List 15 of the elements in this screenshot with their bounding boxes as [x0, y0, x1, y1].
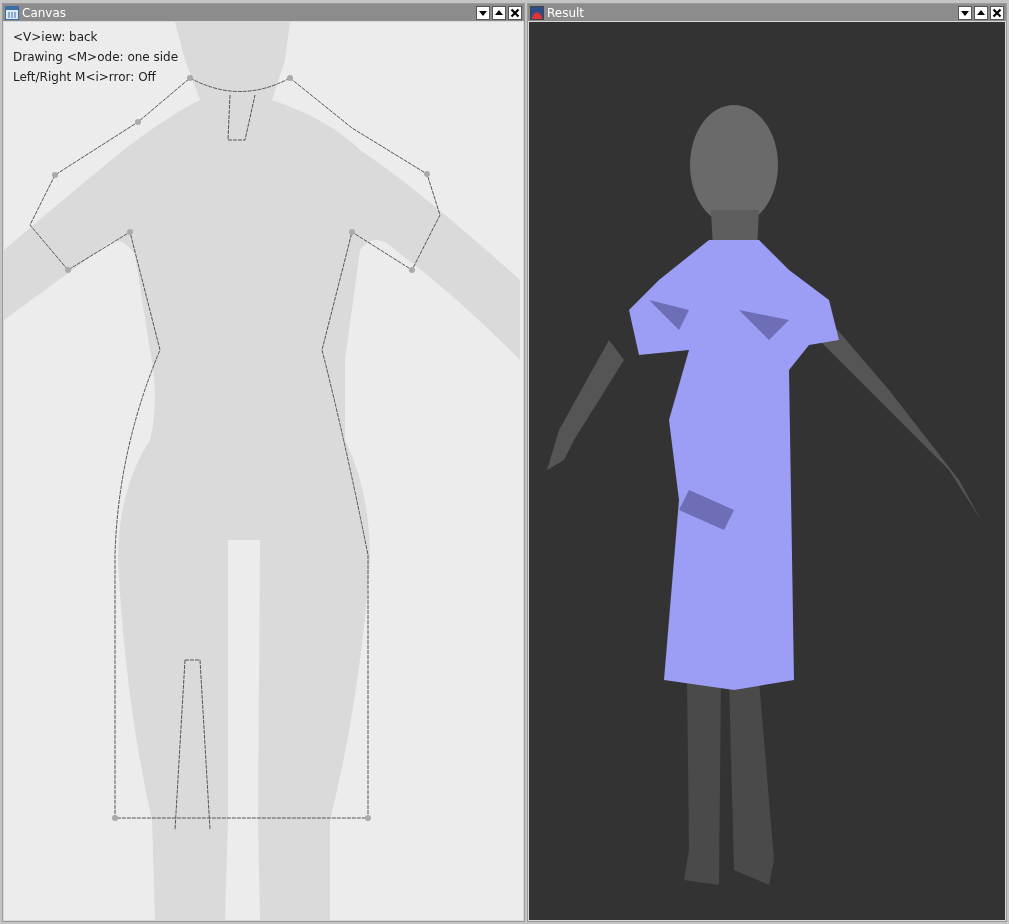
- status-text: Drawing <M>ode: one side: [13, 50, 179, 65]
- window-title: Result: [547, 6, 586, 19]
- status-text: <V>iew: back: [13, 30, 99, 45]
- canvas-area[interactable]: <V>iew: back Drawing <M>ode: one side Left/Right M<i>rror: Off: [4, 22, 523, 920]
- maximize-icon[interactable]: [492, 5, 506, 20]
- window-title: Canvas: [22, 6, 68, 19]
- minimize-icon[interactable]: [476, 5, 490, 20]
- minimize-icon[interactable]: [958, 5, 972, 20]
- status-text: Left/Right M<i>rror: Off: [13, 70, 157, 85]
- app-icon: [530, 5, 544, 20]
- close-icon[interactable]: [508, 5, 522, 20]
- maximize-icon[interactable]: [974, 5, 988, 20]
- viewport-area[interactable]: [529, 22, 1005, 920]
- close-icon[interactable]: [990, 5, 1004, 20]
- window-icon: [5, 5, 19, 20]
